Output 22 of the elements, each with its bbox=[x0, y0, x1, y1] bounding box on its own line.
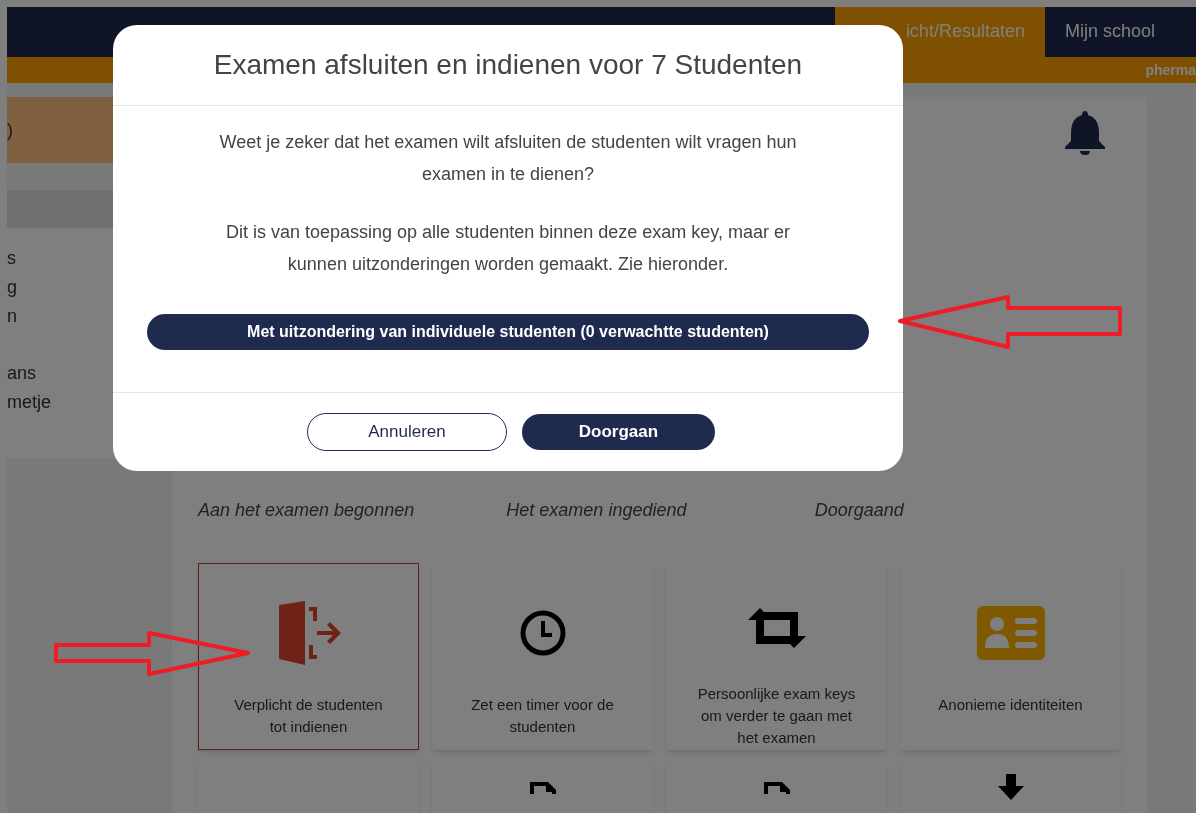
action-tile[interactable]: Verplicht de studenten tot indienen bbox=[198, 563, 419, 750]
dialog-message: Weet je zeker dat het examen wilt afsluiten de studenten wilt vragen hun examen in te dienen? bbox=[218, 131, 798, 186]
banner-text: ) bbox=[7, 118, 13, 142]
sidebar-item[interactable]: metje bbox=[7, 392, 51, 412]
status-label: Aan het examen begonnen bbox=[198, 499, 416, 522]
confirm-button[interactable]: Doorgaan bbox=[522, 414, 715, 450]
sidebar-item[interactable]: g bbox=[7, 277, 17, 297]
sidebar-item[interactable]: n bbox=[7, 306, 17, 326]
tile-label: Zet een timer voor de studenten bbox=[470, 695, 615, 737]
action-tile[interactable]: Persoonlijke exam keys om verder te gaan met het examen bbox=[666, 563, 887, 750]
action-tile[interactable]: Anonieme identiteiten bbox=[900, 563, 1121, 750]
exception-button[interactable]: Met uitzondering van individuele studenten (0 verwachtte studenten) bbox=[147, 314, 869, 350]
tile-label: Anonieme identiteiten bbox=[937, 695, 1084, 715]
action-tile[interactable]: Zet een timer voor de studenten bbox=[432, 563, 653, 750]
dialog-message: Dit is van toepassing op alle studenten binnen deze exam key, maar er kunnen uitzonderingen worden gemaakt. Zie hieronder. bbox=[225, 221, 791, 276]
sidebar-item[interactable]: ans bbox=[7, 363, 37, 383]
status-label: Het examen ingediend bbox=[506, 499, 688, 522]
tile-label: Persoonlijke exam keys om verder te gaan met het examen bbox=[696, 684, 857, 748]
sidebar-item[interactable]: s bbox=[7, 248, 16, 268]
tile-label: Verplicht de studenten tot indienen bbox=[233, 695, 384, 737]
dialog-title: Examen afsluiten en indienen voor 7 Studenten bbox=[213, 48, 803, 82]
status-label: Doorgaand bbox=[814, 499, 905, 522]
